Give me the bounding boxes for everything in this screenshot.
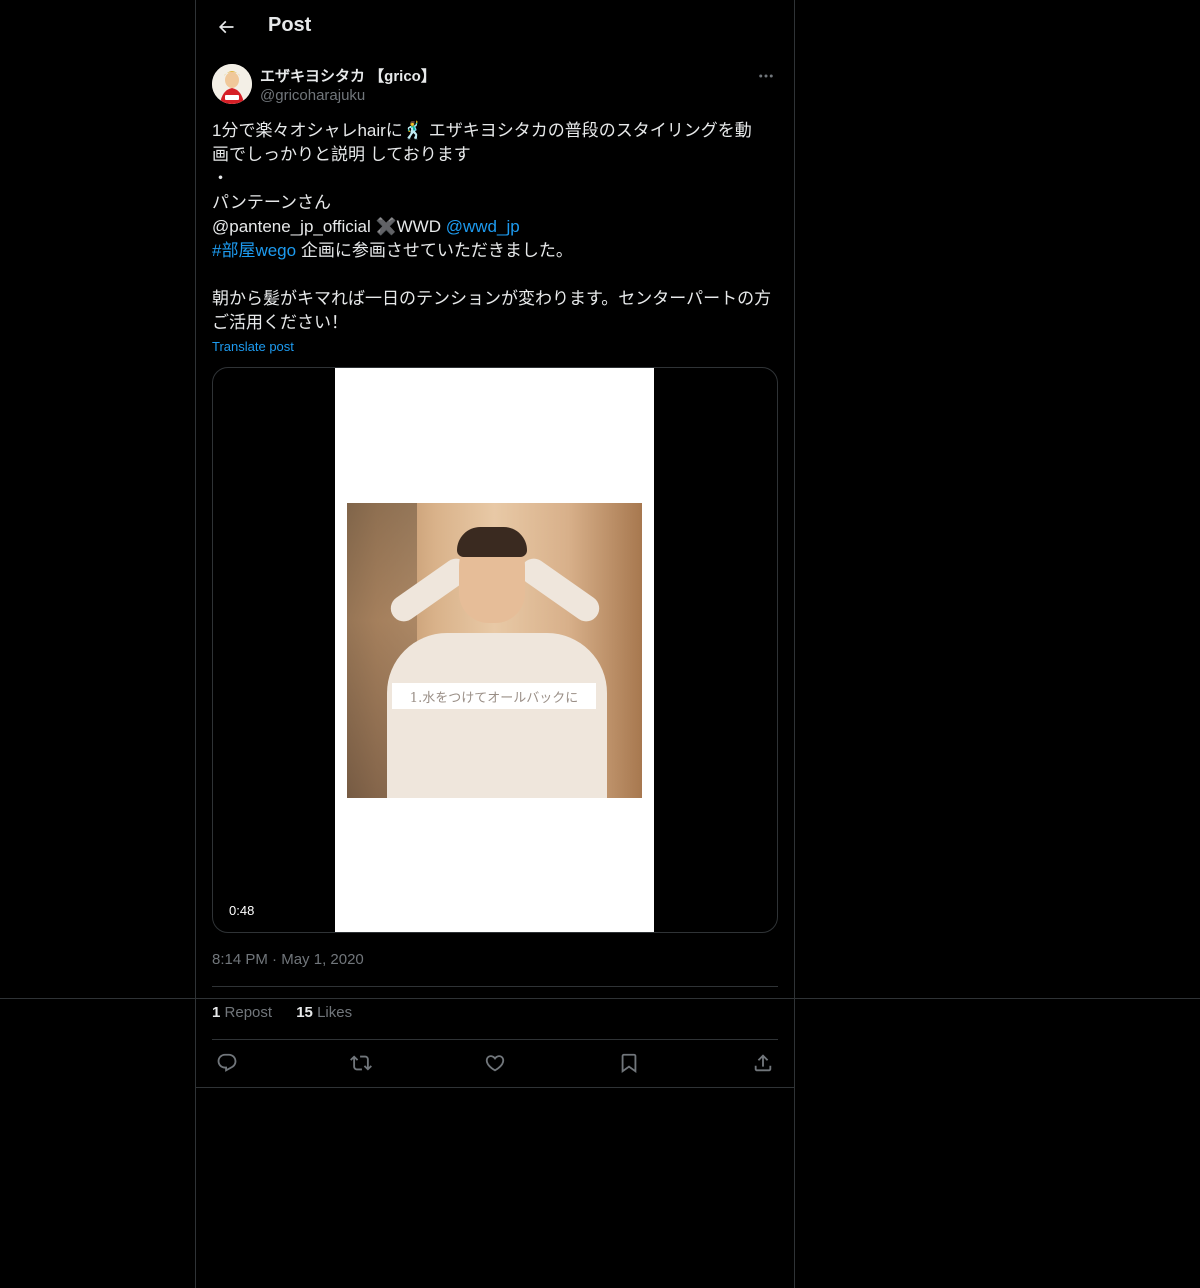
wwd-text: WWD [396,217,446,236]
post-line: 1分で楽々オシャレhairに🕺 エザキヨシタカの普段のスタイリングを動 [212,121,752,140]
bookmark-icon [618,1052,640,1074]
video-caption: 1.水をつけてオールバックに [392,683,596,709]
mention-link-wwd[interactable]: @wwd_jp [446,217,520,236]
post-line: ・ [212,169,229,188]
post-column: Post エザキヨシタカ 【grico】 @gricoharajuku 1分で楽… [195,0,795,1288]
video-frame: 1.水をつけてオールバックに [335,368,654,932]
reposts-count: 1 [212,1004,221,1021]
translate-post-link[interactable]: Translate post [212,339,294,354]
reply-button[interactable] [212,1048,242,1078]
more-horizontal-icon [757,67,775,85]
cross-emoji: ✖️ [375,217,397,236]
divider [196,1087,794,1088]
post-line-text: 企画に参画させていただきました。 [296,241,573,260]
video-player[interactable]: 1.水をつけてオールバックに 0:48 [212,367,778,933]
reply-icon [216,1052,238,1074]
post-blank-line [212,263,778,287]
reposts-stat[interactable]: 1 Repost [212,1004,272,1021]
post-line: 画でしっかりと説明 しております [212,145,471,164]
likes-count: 15 [296,1004,313,1021]
repost-button[interactable] [346,1048,376,1078]
post-line: #部屋wego 企画に参画させていただきました。 [212,239,778,263]
post-line: ご活用ください！ [212,313,348,332]
more-options-button[interactable] [754,64,778,88]
post-line: @pantene_jp_official ✖️WWD @wwd_jp [212,215,778,239]
author-row: エザキヨシタカ 【grico】 @gricoharajuku [212,64,778,108]
arrow-left-icon [216,17,236,37]
mention-pantene: @pantene_jp_official [212,217,371,236]
likes-label: Likes [317,1004,353,1021]
divider [212,1039,778,1040]
post-timestamp[interactable]: 8:14 PM · May 1, 2020 [212,951,364,968]
like-button[interactable] [480,1048,510,1078]
post-time: 8:14 PM [212,951,268,968]
reposts-label: Repost [224,1004,273,1021]
engagement-stats: 1 Repost 15 Likes [212,1004,372,1021]
display-name[interactable]: エザキヨシタカ 【grico】 [260,65,436,86]
video-thumbnail: 1.水をつけてオールバックに [347,503,642,798]
bookmark-button[interactable] [614,1048,644,1078]
post-line: パンテーンさん [212,193,331,212]
timestamp-separator: · [272,951,278,968]
handle[interactable]: @gricoharajuku [260,87,365,104]
post-text: 1分で楽々オシャレhairに🕺 エザキヨシタカの普段のスタイリングを動 画でしっ… [212,119,778,335]
share-button[interactable] [748,1048,778,1078]
share-icon [752,1052,774,1074]
heart-icon [484,1052,506,1074]
page-title: Post [268,14,312,36]
back-button[interactable] [208,9,244,45]
avatar[interactable] [212,64,252,104]
hashtag-link[interactable]: #部屋wego [212,241,296,260]
post-line: 朝から髪がキマれば一日のテンションが変わります。センターパートの方 [212,289,772,308]
post-date: May 1, 2020 [281,951,364,968]
divider [212,986,778,987]
post-header: Post [196,0,794,54]
likes-stat[interactable]: 15 Likes [296,1004,352,1021]
repost-icon [350,1052,372,1074]
action-bar [212,1048,778,1078]
video-duration: 0:48 [229,903,255,918]
page-divider [0,998,1200,999]
